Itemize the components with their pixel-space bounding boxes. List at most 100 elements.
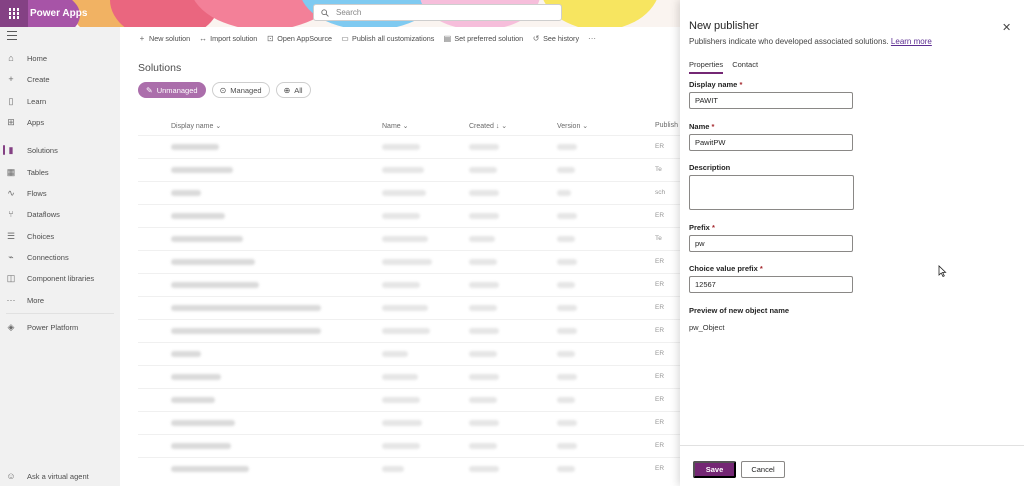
sidebar-item-tables[interactable]: ▦ Tables — [0, 164, 120, 180]
table-row[interactable]: ER — [138, 135, 680, 158]
sidebar-item-choices[interactable]: ☰ Choices — [0, 228, 120, 244]
blurred-cell — [469, 144, 499, 150]
preferred-icon: ▤ — [443, 33, 452, 43]
hamburger-menu-icon[interactable] — [7, 31, 17, 40]
blurred-cell — [382, 282, 420, 288]
column-header-version[interactable]: Version ⌄ — [557, 122, 588, 130]
publisher-cell: ER — [655, 396, 665, 403]
sidebar-item-apps[interactable]: ⊞ Apps — [0, 114, 120, 130]
blurred-cell — [469, 236, 495, 242]
open-appsource-button[interactable]: ⊡ Open AppSource — [266, 34, 332, 43]
sidebar-item-power-platform[interactable]: ◈ Power Platform — [0, 319, 120, 335]
sidebar-item-label: Choices — [27, 231, 55, 241]
table-row[interactable]: ER — [138, 296, 680, 319]
name-input[interactable] — [689, 134, 853, 151]
app-launcher-button[interactable] — [0, 0, 28, 27]
tab-contact[interactable]: Contact — [732, 60, 758, 74]
sidebar-item-more[interactable]: ··· More — [0, 292, 120, 308]
description-input[interactable] — [689, 175, 854, 210]
sidebar-item-learn[interactable]: ▯ Learn — [0, 93, 120, 109]
publisher-cell: ER — [655, 212, 665, 219]
table-row[interactable]: Te — [138, 227, 680, 250]
command-bar: + New solution ↔ Import solution ⊡ Open … — [120, 27, 680, 49]
sidebar-item-home[interactable]: ⌂ Home — [0, 50, 120, 66]
lock-icon: ⊙ — [219, 85, 227, 95]
blurred-cell — [382, 167, 424, 173]
column-header-publisher[interactable]: Publish — [655, 122, 678, 129]
table-row[interactable]: ER — [138, 319, 680, 342]
table-row[interactable]: ER — [138, 342, 680, 365]
blurred-cell — [171, 167, 233, 173]
filter-managed[interactable]: ⊙ Managed — [211, 82, 270, 98]
import-solution-button[interactable]: ↔ Import solution — [199, 34, 257, 43]
sidebar-item-component-libraries[interactable]: ◫ Component libraries — [0, 270, 120, 286]
column-header-label: Version — [557, 123, 581, 130]
import-icon: ↔ — [199, 33, 208, 43]
filter-unmanaged[interactable]: ✎ Unmanaged — [138, 82, 206, 98]
sidebar-item-label: Learn — [27, 96, 47, 106]
blurred-cell — [382, 259, 432, 265]
column-header-label: Display name — [171, 123, 214, 130]
sidebar-item-create[interactable]: + Create — [0, 71, 120, 87]
sidebar-item-dataflows[interactable]: ⑂ Dataflows — [0, 206, 120, 222]
filter-all[interactable]: ⊕ All — [275, 82, 311, 98]
choice-value-prefix-label: Choice value prefix * — [689, 264, 763, 273]
solutions-icon: ▮ — [8, 144, 14, 155]
sidebar-item-flows[interactable]: ∿ Flows — [0, 185, 120, 201]
list-icon: ☰ — [6, 230, 16, 241]
table-row[interactable]: ER — [138, 411, 680, 434]
plus-icon: + — [139, 33, 145, 43]
column-header-display-name[interactable]: Display name ⌄ — [171, 122, 221, 130]
filter-label: Unmanaged — [156, 85, 198, 95]
table-row[interactable]: ER — [138, 365, 680, 388]
save-button[interactable]: Save — [693, 461, 736, 478]
filter-label: All — [294, 85, 303, 95]
more-commands-button[interactable]: ··· — [588, 34, 599, 43]
cancel-button[interactable]: Cancel — [741, 461, 785, 478]
table-row[interactable]: ER — [138, 273, 680, 296]
table-row[interactable]: ER — [138, 457, 680, 480]
close-icon[interactable]: ✕ — [1002, 21, 1011, 34]
blurred-cell — [469, 420, 499, 426]
preview-value: pw_Object — [689, 323, 725, 332]
table-row[interactable]: ER — [138, 388, 680, 411]
choice-value-prefix-input[interactable] — [689, 276, 853, 293]
search-box[interactable] — [313, 4, 562, 21]
blurred-cell — [382, 144, 420, 150]
search-input[interactable] — [336, 8, 536, 17]
tab-properties[interactable]: Properties — [689, 60, 724, 74]
sidebar-item-ask-virtual-agent[interactable]: ☺ Ask a virtual agent — [0, 468, 120, 484]
table-row[interactable]: Te — [138, 158, 680, 181]
table-row[interactable]: ER — [138, 434, 680, 457]
see-history-button[interactable]: ↺ See history — [532, 34, 579, 43]
publish-icon: ▭ — [341, 33, 349, 43]
column-header-created[interactable]: Created ↓ ⌄ — [469, 122, 507, 130]
sidebar-item-label: Flows — [27, 188, 47, 198]
sidebar-item-label: Connections — [27, 252, 69, 262]
table-row[interactable]: ER — [138, 204, 680, 227]
display-name-input[interactable] — [689, 92, 853, 109]
publish-all-button[interactable]: ▭ Publish all customizations — [341, 34, 434, 43]
blurred-cell — [557, 305, 577, 311]
blurred-cell — [557, 443, 577, 449]
publisher-cell: ER — [655, 419, 665, 426]
main-content: + New solution ↔ Import solution ⊡ Open … — [120, 27, 680, 486]
blurred-cell — [469, 328, 499, 334]
table-row[interactable]: ER — [138, 250, 680, 273]
learn-more-link[interactable]: Learn more — [891, 37, 932, 46]
prefix-input[interactable] — [689, 235, 853, 252]
name-label: Name * — [689, 122, 714, 131]
column-header-name[interactable]: Name ⌄ — [382, 122, 409, 130]
blurred-cell — [171, 144, 219, 150]
set-preferred-solution-button[interactable]: ▤ Set preferred solution — [443, 33, 524, 43]
new-solution-button[interactable]: + New solution — [138, 33, 191, 43]
command-label: New solution — [149, 33, 191, 43]
store-icon: ⊡ — [266, 33, 274, 43]
blurred-cell — [171, 420, 235, 426]
publisher-cell: ER — [655, 373, 665, 380]
required-mark: * — [711, 122, 715, 131]
table-header: Display name ⌄ Name ⌄ Created ↓ ⌄ Versio… — [138, 117, 680, 135]
sidebar-item-solutions[interactable]: ▮ Solutions — [0, 142, 120, 158]
table-row[interactable]: sch — [138, 181, 680, 204]
sidebar-item-connections[interactable]: ⌁ Connections — [0, 249, 120, 265]
